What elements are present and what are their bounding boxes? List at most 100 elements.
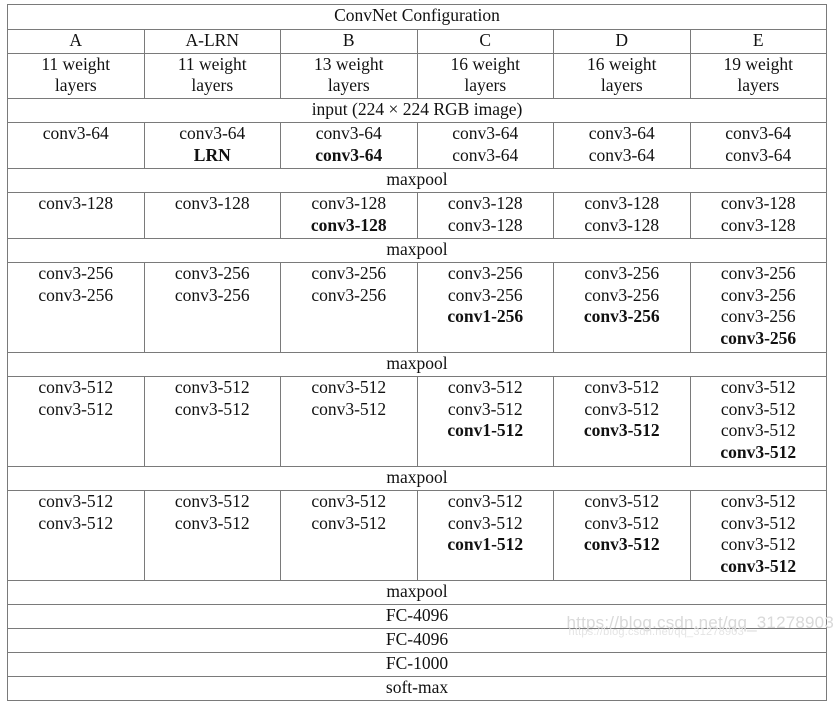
cell-block-512a-a-lrn: conv3-512 conv3-512 — [143, 376, 281, 467]
layer-entry: conv3-256 — [720, 306, 796, 326]
layer-entry: conv3-256 — [174, 284, 250, 305]
maxpool-label: maxpool — [7, 466, 827, 491]
cell-block-256-b: conv3-256 conv3-256 — [280, 262, 418, 353]
column-weights-e: 19 weight layers — [689, 53, 827, 99]
layer-entry: conv3-512 — [174, 512, 250, 533]
layer-entry: conv3-128 — [174, 193, 250, 213]
layer-entry: conv3-64 — [588, 144, 655, 165]
layer-entry: conv3-256 — [447, 284, 523, 305]
layer-entry: conv3-512 — [38, 377, 114, 397]
layer-entry: conv3-64 — [42, 123, 109, 143]
layer-entry: conv3-64 — [452, 123, 519, 143]
maxpool-row-3: maxpool — [7, 352, 827, 377]
column-letter-a-lrn: A-LRN — [143, 29, 281, 54]
column-letter-c: C — [416, 29, 554, 54]
cell-block-256-d: conv3-256 conv3-256 conv3-256 — [553, 262, 691, 353]
layer-entry: conv3-512 — [584, 398, 660, 419]
column-weights-d: 16 weight layers — [553, 53, 691, 99]
layer-entry: conv3-512 — [311, 512, 387, 533]
layer-entry: conv3-512 — [584, 512, 660, 533]
layer-entry: conv3-512 — [311, 398, 387, 419]
column-weights-a-lrn: 11 weight layers — [143, 53, 281, 99]
input-label: input (224 × 224 RGB image) — [7, 98, 827, 123]
layer-entry: conv3-512 — [174, 377, 250, 397]
column-letter-e: E — [689, 29, 827, 54]
column-letter-a: A — [7, 29, 145, 54]
conv-block-row-block-512a: conv3-512 conv3-512 conv3-512 conv3-512 conv… — [7, 376, 827, 467]
cell-block-64-d: conv3-64 conv3-64 — [553, 122, 691, 169]
layer-entry: conv3-512 — [583, 534, 660, 554]
layer-entry: conv3-256 — [38, 284, 114, 305]
cell-block-256-a: conv3-256 conv3-256 — [7, 262, 145, 353]
layer-entry: conv3-512 — [720, 534, 796, 554]
footer-label-fc-1000: FC-1000 — [7, 652, 827, 677]
layer-entry: conv3-512 — [38, 398, 114, 419]
maxpool-row-1: maxpool — [7, 168, 827, 193]
cell-block-128-a-lrn: conv3-128 — [143, 192, 281, 239]
cell-block-512b-b: conv3-512 conv3-512 — [280, 490, 418, 581]
layer-entry: conv3-512 — [720, 420, 796, 440]
layer-entry: conv3-512 — [720, 555, 797, 576]
layer-entry: conv3-512 — [720, 377, 796, 397]
layer-entry: conv3-512 — [174, 491, 250, 511]
cell-block-512a-c: conv3-512 conv3-512 conv1-512 — [416, 376, 554, 467]
cell-block-64-e: conv3-64 conv3-64 — [689, 122, 827, 169]
layer-entry: conv3-128 — [584, 193, 660, 213]
maxpool-row-4: maxpool — [7, 466, 827, 491]
layer-entry: conv3-128 — [311, 193, 387, 213]
maxpool-label: maxpool — [7, 352, 827, 377]
column-weights-row: 11 weight layers 11 weight layers 13 weight l… — [7, 53, 827, 99]
cell-block-256-a-lrn: conv3-256 conv3-256 — [143, 262, 281, 353]
column-weights-c: 16 weight layers — [416, 53, 554, 99]
cell-block-128-e: conv3-128 conv3-128 — [689, 192, 827, 239]
layer-entry: conv3-256 — [720, 263, 796, 283]
cell-block-512a-a: conv3-512 conv3-512 — [7, 376, 145, 467]
layer-entry: conv3-256 — [584, 263, 660, 283]
column-weights-b: 13 weight layers — [280, 53, 418, 99]
layer-entry: LRN — [193, 144, 231, 165]
footer-row-soft-max: soft-max — [7, 676, 827, 701]
layer-entry: conv3-256 — [447, 263, 523, 283]
layer-entry: conv3-256 — [720, 284, 796, 305]
layer-entry: conv3-64 — [315, 144, 383, 165]
maxpool-label: maxpool — [7, 580, 827, 605]
convnet-configuration-table-wrapper: ConvNet Configuration A A-LRN B C D E 11 weig… — [7, 4, 827, 701]
cell-block-128-b: conv3-128 conv3-128 — [280, 192, 418, 239]
footer-row-fc-4096: FC-4096 — [7, 628, 827, 653]
layer-entry: conv3-512 — [447, 377, 523, 397]
layer-entry: conv1-512 — [447, 420, 524, 440]
cell-block-512a-e: conv3-512 conv3-512 conv3-512 conv3-512 — [689, 376, 827, 467]
layer-entry: conv3-512 — [720, 441, 797, 462]
cell-block-64-a-lrn: conv3-64 LRN — [143, 122, 281, 169]
layer-entry: conv3-512 — [447, 491, 523, 511]
column-letters-row: A A-LRN B C D E — [7, 29, 827, 54]
footer-label-fc-4096: FC-4096 — [7, 628, 827, 653]
layer-entry: conv3-256 — [311, 284, 387, 305]
table-title: ConvNet Configuration — [7, 4, 827, 30]
layer-entry: conv3-64 — [725, 144, 792, 165]
layer-entry: conv3-512 — [311, 491, 387, 511]
layer-entry: conv3-128 — [720, 193, 796, 213]
cell-block-512b-a-lrn: conv3-512 conv3-512 — [143, 490, 281, 581]
layer-entry: conv3-64 — [179, 123, 246, 143]
cell-block-64-b: conv3-64 conv3-64 — [280, 122, 418, 169]
footer-row-fc-4096: FC-4096 — [7, 604, 827, 629]
conv-block-row-block-256: conv3-256 conv3-256 conv3-256 conv3-256 conv… — [7, 262, 827, 353]
layer-entry: conv3-128 — [447, 193, 523, 213]
cell-block-512b-c: conv3-512 conv3-512 conv1-512 — [416, 490, 554, 581]
conv-block-row-block-512b: conv3-512 conv3-512 conv3-512 conv3-512 conv… — [7, 490, 827, 581]
layer-entry: conv3-512 — [583, 420, 660, 440]
footer-label-soft-max: soft-max — [7, 676, 827, 701]
layer-entry: conv3-256 — [583, 306, 660, 326]
layer-entry: conv3-128 — [310, 214, 387, 235]
cell-block-128-c: conv3-128 conv3-128 — [416, 192, 554, 239]
maxpool-label: maxpool — [7, 168, 827, 193]
layer-entry: conv1-512 — [447, 534, 524, 554]
layer-entry: conv3-256 — [584, 284, 660, 305]
layer-entry: conv3-128 — [720, 214, 796, 235]
layer-entry: conv3-512 — [720, 398, 796, 419]
layer-entry: conv3-64 — [315, 123, 382, 143]
layer-entry: conv3-512 — [38, 491, 114, 511]
layer-entry: conv3-64 — [588, 123, 655, 143]
layer-entry: conv3-256 — [311, 263, 387, 283]
